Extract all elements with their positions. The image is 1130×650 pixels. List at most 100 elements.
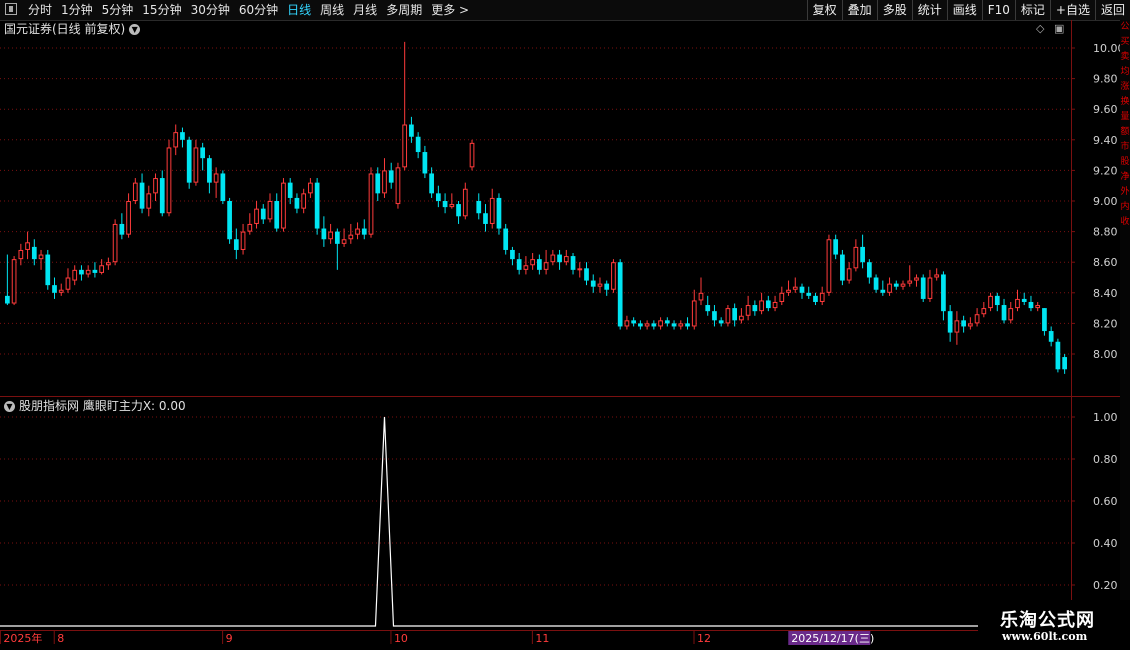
candle-body-up	[112, 223, 118, 263]
candle-body-down	[186, 139, 192, 183]
kline-chart[interactable]: 10.009.809.609.409.209.008.808.608.408.2…	[0, 0, 1130, 650]
candle-body-down	[638, 323, 643, 327]
indicator-title[interactable]: ▼ 股朋指标网 鹰眼盯主力X: 0.00	[4, 398, 186, 414]
candle-body-up	[678, 323, 684, 327]
price-tick-label: 8.80	[1093, 226, 1118, 239]
candle-body-down	[833, 239, 839, 255]
candle-body-down	[590, 280, 596, 287]
candle-body-up	[550, 254, 556, 263]
candle-body-up	[887, 283, 892, 293]
candle-body-down	[45, 254, 51, 286]
candle-body-down	[840, 254, 845, 281]
candle-body-down	[712, 311, 717, 321]
candle-body-up	[462, 188, 468, 217]
candle-body-down	[631, 320, 637, 324]
candle-body-down	[483, 213, 488, 224]
candle-body-down	[409, 124, 414, 137]
candle-body-up	[368, 173, 374, 235]
candle-body-up	[927, 277, 933, 299]
price-tick-label: 8.40	[1093, 287, 1118, 300]
candle-body-down	[388, 170, 394, 183]
candle-body-up	[126, 201, 131, 235]
candle-body-down	[92, 269, 98, 273]
candle-body-down	[496, 197, 502, 229]
candle-body-up	[563, 256, 569, 263]
candle-body-down	[220, 173, 226, 201]
candle-body-up	[281, 182, 286, 229]
candle-body-up	[85, 269, 91, 275]
date-label: 8	[57, 632, 64, 645]
price-tick-label: 9.60	[1093, 103, 1118, 116]
candle-body-up	[691, 300, 697, 327]
candle-body-down	[119, 223, 125, 235]
candle-body-up	[759, 300, 764, 312]
candle-body-down	[429, 173, 434, 194]
candle-body-up	[981, 308, 987, 315]
candle-body-up	[779, 292, 785, 302]
candle-body-down	[510, 249, 515, 260]
candle-body-up	[1008, 308, 1014, 321]
candle-body-up	[341, 239, 347, 244]
candle-body-down	[860, 246, 865, 263]
candle-body-up	[739, 315, 744, 321]
candle-body-down	[52, 285, 57, 293]
candle-body-down	[503, 228, 509, 250]
candle-body-up	[826, 239, 832, 293]
candle-body-down	[664, 320, 670, 324]
candle-body-down	[732, 308, 738, 321]
candle-body-up	[382, 170, 387, 194]
candle-body-down	[139, 182, 145, 209]
candle-body-down	[671, 323, 677, 327]
candle-body-up	[146, 193, 152, 209]
candle-body-up	[914, 277, 919, 281]
indicator-tick-label: 0.20	[1093, 579, 1118, 592]
candle-body-down	[1055, 341, 1061, 370]
candle-body-down	[287, 182, 293, 198]
date-label: 2025/12/17(三)	[791, 632, 874, 645]
chevron-down-icon[interactable]: ▼	[4, 401, 15, 412]
candle-body-down	[415, 136, 421, 153]
candle-body-up	[38, 254, 44, 260]
candle-body-up	[792, 286, 798, 290]
candle-body-down	[880, 289, 886, 293]
candle-body-down	[685, 323, 690, 327]
candle-body-down	[994, 295, 1000, 306]
candle-body-up	[597, 283, 603, 287]
candle-body-down	[200, 147, 206, 159]
candle-body-up	[1015, 298, 1020, 309]
candle-body-up	[72, 269, 78, 281]
candle-body-up	[786, 289, 791, 293]
price-tick-label: 9.00	[1093, 195, 1118, 208]
side-panel-edge: 公买卖均涨换量额市股净外内收	[1120, 20, 1130, 620]
candle-body-down	[274, 201, 280, 229]
candle-body-up	[355, 228, 360, 235]
candle-body-up	[577, 268, 583, 271]
price-tick-label: 8.60	[1093, 256, 1118, 269]
candle-body-up	[772, 301, 778, 309]
candle-body-up	[934, 274, 940, 278]
candle-body-down	[321, 228, 327, 240]
candle-body-down	[516, 259, 522, 270]
candle-body-up	[395, 167, 401, 205]
candle-body-up	[954, 320, 960, 333]
candle-body-down	[584, 268, 589, 281]
candle-body-up	[698, 292, 704, 301]
price-tick-label: 9.20	[1093, 164, 1118, 177]
indicator-tick-label: 1.00	[1093, 411, 1118, 424]
candle-body-up	[725, 308, 731, 324]
indicator-tick-label: 0.60	[1093, 495, 1118, 508]
candle-body-up	[247, 223, 253, 232]
candle-body-up	[11, 259, 17, 304]
candle-body-up	[328, 231, 333, 240]
candle-body-down	[947, 311, 953, 333]
candle-body-down	[873, 277, 879, 290]
candle-body-down	[537, 259, 542, 270]
logo-text: 乐淘公式网	[1000, 610, 1095, 631]
candle-body-up	[611, 262, 616, 290]
candle-body-down	[799, 286, 805, 293]
candle-body-down	[570, 256, 576, 270]
indicator-title-text: 股朋指标网 鹰眼盯主力X: 0.00	[19, 399, 186, 413]
candle-body-up	[449, 204, 455, 208]
candle-body-down	[334, 231, 340, 244]
price-tick-label: 8.00	[1093, 348, 1118, 361]
